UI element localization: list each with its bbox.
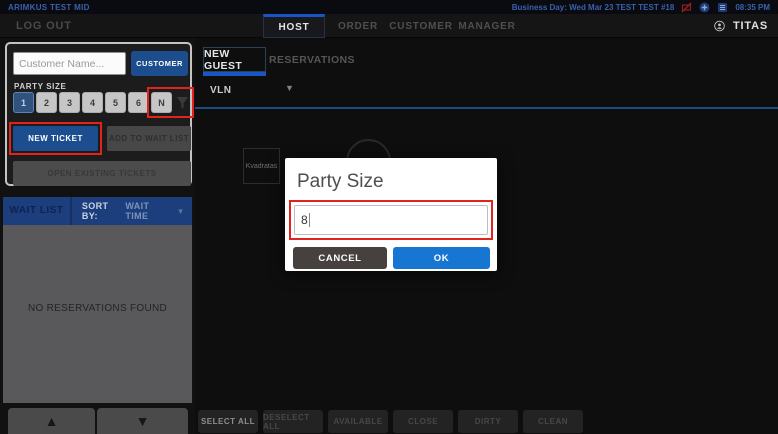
new-ticket-button[interactable]: NEW TICKET [13, 126, 98, 151]
modal-title: Party Size [297, 171, 384, 193]
party-size-4[interactable]: 4 [82, 92, 103, 113]
pos-app: ARIMKUS TEST MID Business Day: Wed Mar 2… [0, 0, 778, 434]
scroll-up-button[interactable]: ▲ [8, 408, 95, 434]
tab-manager[interactable]: MANAGER [458, 14, 516, 38]
select-all-button[interactable]: SELECT ALL [198, 410, 258, 433]
party-size-2[interactable]: 2 [36, 92, 57, 113]
customer-name-input[interactable] [13, 52, 126, 75]
wait-list-header: WAIT LIST SORT BY: WAIT TIME ▼ [3, 197, 192, 225]
table-label: Kvadratas [246, 163, 278, 170]
highlight-annotation-party-input: 8 [289, 200, 493, 240]
scroll-down-button[interactable]: ▼ [97, 408, 188, 434]
area-selector[interactable]: VLN [210, 83, 232, 97]
printer-error-icon[interactable] [681, 2, 692, 13]
sync-icon[interactable] [699, 2, 710, 13]
tab-new-guest[interactable]: NEW GUEST [203, 47, 266, 72]
customer-button[interactable]: CUSTOMER [131, 51, 188, 76]
party-size-3[interactable]: 3 [59, 92, 80, 113]
dirty-button[interactable]: DIRTY [458, 410, 518, 433]
floor-divider [195, 107, 778, 109]
party-size-6[interactable]: 6 [128, 92, 149, 113]
tab-customer[interactable]: CUSTOMER [392, 14, 450, 38]
party-size-label: PARTY SIZE [14, 82, 66, 91]
clock: 08:35 PM [735, 3, 770, 12]
chevron-down-icon: ▼ [177, 207, 185, 216]
logout-button[interactable]: LOG OUT [16, 14, 72, 38]
party-size-5[interactable]: 5 [105, 92, 126, 113]
add-to-wait-list-button[interactable]: ADD TO WAIT LIST [107, 126, 191, 151]
user-box[interactable]: TITAS [714, 14, 768, 38]
user-avatar-icon [714, 21, 725, 32]
table-kvadratas[interactable]: Kvadratas [243, 148, 280, 184]
party-size-modal: Party Size 8 CANCEL OK [285, 158, 497, 271]
sort-value: WAIT TIME [125, 201, 172, 221]
nav-bar: LOG OUT HOST ORDER CUSTOMER MANAGER TITA… [0, 14, 778, 38]
party-size-value: 8 [301, 213, 308, 227]
party-size-n[interactable]: N [151, 92, 172, 113]
empty-reservations-message: NO RESERVATIONS FOUND [28, 303, 167, 314]
close-button[interactable]: CLOSE [393, 410, 453, 433]
tab-new-guest-underline [203, 72, 266, 76]
status-bar-right: Business Day: Wed Mar 23 TEST TEST #18 0… [512, 2, 770, 13]
arrow-up-icon: ▲ [45, 413, 59, 429]
available-button[interactable]: AVAILABLE [328, 410, 388, 433]
party-size-input[interactable]: 8 [294, 205, 488, 235]
ok-button[interactable]: OK [393, 247, 490, 269]
deselect-all-button[interactable]: DESELECT ALL [263, 410, 323, 433]
business-day-label: Business Day: Wed Mar 23 TEST TEST #18 [512, 3, 675, 12]
open-existing-tickets-button[interactable]: OPEN EXISTING TICKETS [13, 161, 191, 186]
arrow-down-icon: ▼ [136, 413, 150, 429]
new-guest-card: CUSTOMER PARTY SIZE 1 2 3 4 5 6 N NEW TI… [5, 42, 192, 186]
party-size-row: 1 2 3 4 5 6 N [13, 92, 189, 113]
text-cursor [309, 213, 310, 227]
party-size-filter-icon[interactable] [176, 96, 189, 110]
sort-by-label: SORT BY: [82, 201, 126, 221]
cancel-button[interactable]: CANCEL [293, 247, 387, 269]
status-bar: ARIMKUS TEST MID Business Day: Wed Mar 2… [0, 0, 778, 14]
host-left-panel: CUSTOMER PARTY SIZE 1 2 3 4 5 6 N NEW TI… [0, 38, 195, 434]
tab-reservations[interactable]: RESERVATIONS [272, 47, 352, 72]
clean-button[interactable]: CLEAN [523, 410, 583, 433]
area-chevron-down-icon[interactable]: ▼ [285, 83, 294, 93]
wait-list-content: NO RESERVATIONS FOUND [3, 225, 192, 403]
store-name: ARIMKUS TEST MID [8, 3, 90, 12]
tab-order[interactable]: ORDER [336, 14, 380, 38]
party-size-1[interactable]: 1 [13, 92, 34, 113]
floor-area: NEW GUEST RESERVATIONS VLN ▼ + Kvadratas… [195, 38, 778, 434]
tab-host[interactable]: HOST [263, 14, 325, 38]
sort-value-dropdown[interactable]: WAIT TIME ▼ [125, 201, 185, 221]
wait-list-title: WAIT LIST [3, 197, 72, 225]
ledger-icon[interactable] [717, 2, 728, 13]
user-name: TITAS [733, 20, 768, 32]
